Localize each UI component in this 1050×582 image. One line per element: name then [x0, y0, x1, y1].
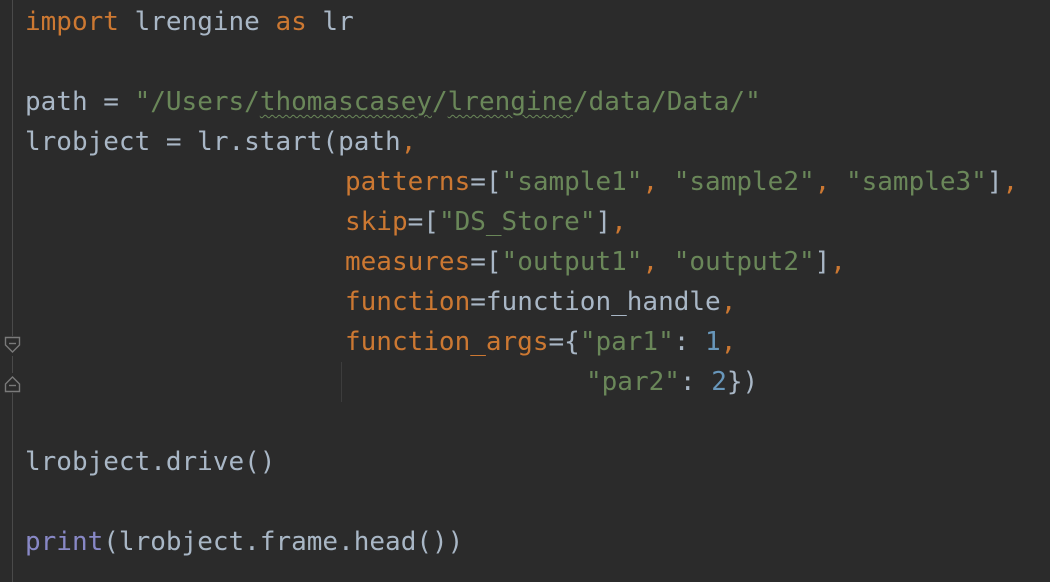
string-output2: "output2" [673, 247, 815, 277]
code-line-import: import lrengine as lr [25, 2, 354, 42]
comma: , [642, 167, 674, 197]
number-1: 1 [705, 327, 721, 357]
code-line-function: function=function_handle, [345, 282, 736, 322]
code-line-start-call: lrobject = lr.start(path, [25, 122, 416, 162]
number-2: 2 [711, 367, 727, 397]
editor-gutter [0, 0, 22, 582]
param-measures: measures [345, 247, 471, 277]
path-string-sep: / [432, 87, 448, 117]
comma: , [611, 207, 627, 237]
gutter-divider [12, 0, 13, 582]
close-bracket: ] [986, 167, 1003, 197]
eq-bracket: =[ [470, 167, 502, 197]
path-string-start: "/Users/ [134, 87, 260, 117]
param-function-args: function_args [345, 327, 549, 357]
comma: , [814, 167, 846, 197]
close-brace-paren: }) [726, 367, 759, 397]
keyword-import: import [25, 7, 119, 37]
eq-bracket: =[ [407, 207, 439, 237]
path-string-pkg: lrengine [447, 87, 573, 117]
close-bracket: ] [595, 207, 612, 237]
keyword-as: as [275, 7, 307, 37]
indent-guide [341, 362, 342, 402]
path-string-end: /data/Data/" [572, 87, 761, 117]
code-editor[interactable]: import lrengine as lr path = "/Users/tho… [0, 0, 1050, 582]
comma: , [1002, 167, 1019, 197]
code-line-print: print(lrobject.frame.head()) [25, 522, 463, 562]
code-line-function-args: function_args={"par1": 1, [345, 322, 736, 362]
comma: , [830, 247, 846, 277]
colon: : [673, 327, 706, 357]
string-ds-store: "DS_Store" [438, 207, 596, 237]
comma: , [642, 247, 674, 277]
fold-end-icon[interactable] [4, 373, 21, 393]
code-line-drive: lrobject.drive() [25, 442, 275, 482]
string-output1: "output1" [501, 247, 643, 277]
param-function: function [345, 287, 471, 317]
code-line-skip: skip=["DS_Store"], [345, 202, 627, 242]
code-area[interactable]: import lrengine as lr path = "/Users/tho… [25, 0, 1045, 582]
start-call: lrobject = lr.start(path [25, 127, 401, 157]
comma: , [400, 127, 417, 157]
fold-start-icon[interactable] [4, 336, 21, 356]
code-line-patterns: patterns=["sample1", "sample2", "sample3… [345, 162, 1018, 202]
param-skip: skip [345, 207, 408, 237]
string-par1: "par1" [579, 327, 674, 357]
param-patterns: patterns [345, 167, 471, 197]
comma: , [720, 327, 737, 357]
code-line-measures: measures=["output1", "output2"], [345, 242, 846, 282]
module-alias: lr [306, 7, 354, 37]
path-assignment: path = [25, 87, 135, 117]
drive-call: lrobject.drive() [25, 447, 276, 477]
code-line-par2: "par2": 2}) [586, 362, 758, 402]
module-name: lrengine [118, 7, 276, 37]
path-string-user: thomascasey [259, 87, 432, 117]
string-sample3: "sample3" [845, 167, 987, 197]
function-handle: =function_handle [470, 287, 721, 317]
builtin-print: print [25, 527, 104, 557]
string-sample2: "sample2" [673, 167, 815, 197]
code-line-path: path = "/Users/thomascasey/lrengine/data… [25, 82, 761, 122]
print-args: (lrobject.frame.head()) [103, 527, 464, 557]
string-sample1: "sample1" [501, 167, 643, 197]
eq-brace: ={ [548, 327, 580, 357]
colon: : [679, 367, 712, 397]
eq-bracket: =[ [470, 247, 502, 277]
string-par2: "par2" [586, 367, 680, 397]
close-bracket: ] [814, 247, 831, 277]
comma: , [720, 287, 737, 317]
